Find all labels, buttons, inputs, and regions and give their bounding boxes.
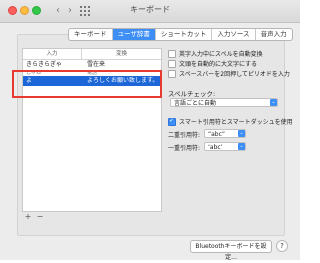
setup-bluetooth-keyboard-button[interactable]: Bluetoothキーボードを設定... (190, 240, 272, 261)
chevron-down-icon: ⌄ (270, 99, 277, 106)
tab-shortcuts[interactable]: ショートカット (156, 29, 213, 40)
spellcheck-label: スペルチェック: (168, 90, 216, 98)
row-conversion-cell: 雪在来 (87, 61, 106, 68)
remove-entry-button[interactable]: − (34, 212, 46, 221)
spellcheck-select[interactable]: 言語ごとに自動 ⌄ (170, 98, 278, 107)
table-header: 入力 変換 (23, 49, 161, 60)
tab-keyboard[interactable]: キーボード (69, 29, 113, 40)
annotation-highlight-box (12, 70, 162, 98)
checkbox-auto-correct[interactable] (168, 49, 176, 58)
tab-bar: キーボード ユーザ辞書 ショートカット 入力ソース 音声入力 (68, 28, 293, 41)
tab-user-dictionary[interactable]: ユーザ辞書 (112, 29, 156, 40)
add-remove-controls: + − (22, 212, 46, 221)
option-double-space-period[interactable]: スペースバーを2回押してピリオドを入力 (168, 69, 290, 79)
column-header-input[interactable]: 入力 (23, 49, 81, 59)
window-title: キーボード (130, 5, 170, 14)
single-quote-value: ‘abc’ (208, 144, 223, 151)
tab-input-sources[interactable]: 入力ソース (212, 29, 256, 40)
double-quote-select[interactable]: “abc” ⌄ (204, 129, 246, 138)
double-quote-label: 二重引用符: (168, 132, 201, 139)
checkbox-double-space-period[interactable] (168, 69, 176, 78)
double-quote-value: “abc” (208, 131, 226, 138)
option-label: スマート引用符とスマートダッシュを使用 (179, 119, 293, 126)
keyboard-preferences-window: ‹ › キーボード キーボード ユーザ辞書 ショートカット 入力ソース 音声入力… (0, 0, 300, 261)
add-entry-button[interactable]: + (22, 212, 34, 221)
option-auto-correct-spelling[interactable]: 英字入力中にスペルを自動変換 (168, 49, 263, 59)
checkbox-auto-capitalize[interactable] (168, 59, 176, 68)
option-auto-capitalize[interactable]: 文頭を自動的に大文字にする (168, 59, 258, 69)
option-label: スペースバーを2回押してピリオドを入力 (179, 71, 290, 78)
single-quote-label: 一重引用符: (168, 145, 201, 152)
title-bar: ‹ › キーボード (0, 0, 300, 23)
option-label: 英字入力中にスペルを自動変換 (179, 51, 263, 58)
column-header-conversion[interactable]: 変換 (81, 49, 161, 59)
checkbox-smart-quotes[interactable] (168, 116, 176, 126)
row-input-cell: きらきらぎゃ (26, 61, 62, 68)
spellcheck-value: 言語ごとに自動 (174, 100, 217, 107)
chevron-down-icon: ⌄ (238, 130, 245, 137)
help-button[interactable]: ? (276, 240, 288, 252)
option-smart-quotes[interactable]: スマート引用符とスマートダッシュを使用 (168, 116, 293, 127)
single-quote-select[interactable]: ‘abc’ ⌄ (204, 142, 246, 151)
chevron-down-icon: ⌄ (238, 143, 245, 150)
table-row[interactable]: きらきらぎゃ 雪在来 (23, 60, 161, 70)
tab-dictation[interactable]: 音声入力 (256, 29, 292, 40)
option-label: 文頭を自動的に大文字にする (179, 61, 258, 68)
